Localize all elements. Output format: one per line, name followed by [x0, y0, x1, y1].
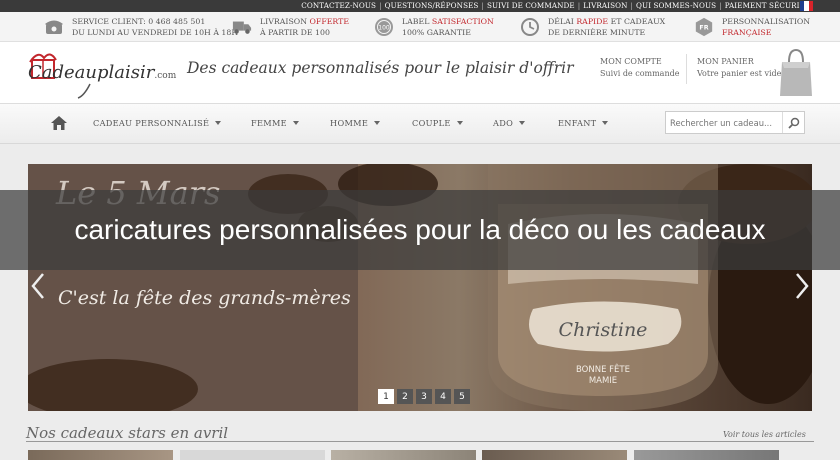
account-subtitle: Suivi de commande: [600, 69, 680, 78]
chevron-down-icon: [292, 121, 299, 125]
info-highlight: OFFERTE: [309, 17, 350, 26]
info-line: DU LUNDI AU VENDREDI DE 10H À 18H: [72, 28, 239, 37]
chevron-down-icon: [215, 121, 222, 125]
info-delivery: LIVRAISON OFFERTE À PARTIR DE 100: [232, 14, 349, 40]
slider-page-button[interactable]: 5: [454, 389, 470, 404]
cart-title: MON PANIER: [697, 57, 754, 66]
nav-label: COUPLE: [412, 118, 451, 128]
nav-label: ADO: [493, 118, 514, 128]
slider-pagination: 1 2 3 4 5: [378, 389, 470, 404]
chevron-down-icon: [602, 121, 609, 125]
info-customer-service: SERVICE CLIENT: 0 468 485 501 DU LUNDI AU…: [44, 14, 238, 40]
nav-label: ENFANT: [558, 118, 597, 128]
cart-subtitle: Votre panier est vide: [697, 69, 782, 78]
info-highlight: SATISFACTION: [431, 17, 494, 26]
chevron-left-icon: [31, 273, 44, 299]
top-links-bar: CONTACTEZ-NOUS | QUESTIONS/RÉPONSES | SUIVI …: [0, 0, 840, 12]
see-all-link[interactable]: Voir tous les articles: [723, 430, 806, 439]
fr-badge-icon: FR: [694, 17, 714, 37]
info-line: 100% GARANTIE: [402, 28, 471, 37]
info-highlight: RAPIDE: [576, 17, 609, 26]
nav-teen[interactable]: ADO: [493, 118, 526, 128]
slide-script-text: C'est la fête des grands-mères: [58, 287, 351, 309]
search-box: [665, 111, 805, 134]
product-thumbnail[interactable]: [180, 450, 325, 460]
nav-man[interactable]: HOMME: [330, 118, 381, 128]
top-link-order-tracking[interactable]: SUIVI DE COMMANDE: [487, 1, 575, 10]
section-title: Nos cadeaux stars en avril: [26, 424, 229, 442]
product-thumbnail[interactable]: [28, 450, 173, 460]
section-divider: [26, 441, 814, 442]
nav-gift-personalised[interactable]: CADEAU PERSONNALISÉ: [93, 118, 222, 128]
nav-child[interactable]: ENFANT: [558, 118, 609, 128]
site-header: Cadeauplaisir.com Des cadeaux personnali…: [0, 42, 840, 104]
info-highlight: FRANÇAISE: [722, 28, 772, 37]
svg-text:100: 100: [378, 25, 390, 32]
info-line: LIVRAISON: [260, 17, 310, 26]
caption-overlay: caricatures personnalisées pour la déco …: [0, 190, 840, 270]
clock-icon: [520, 17, 540, 37]
top-link-faq[interactable]: QUESTIONS/RÉPONSES: [385, 1, 479, 10]
nav-couple[interactable]: COUPLE: [412, 118, 463, 128]
mug-subtext-1: BONNE FÊTE: [576, 363, 630, 375]
nav-label: CADEAU PERSONNALISÉ: [93, 118, 210, 128]
top-link-delivery[interactable]: LIVRAISON: [583, 1, 627, 10]
top-link-about[interactable]: QUI SOMMES-NOUS: [636, 1, 716, 10]
info-line: PERSONNALISATION: [722, 17, 811, 26]
nav-label: FEMME: [251, 118, 287, 128]
shopping-bag-icon[interactable]: [778, 48, 814, 96]
search-button[interactable]: [782, 112, 804, 133]
info-line: DÉLAI: [548, 17, 577, 26]
mug-name-text: Christine: [559, 319, 648, 341]
slider-page-button[interactable]: 4: [435, 389, 451, 404]
chevron-down-icon: [374, 121, 381, 125]
slider-page-button[interactable]: 2: [397, 389, 413, 404]
label-icon: 100: [374, 17, 394, 37]
account-title: MON COMPTE: [600, 57, 662, 66]
info-french-personalisation: FR PERSONNALISATION FRANÇAISE: [694, 14, 810, 40]
nav-woman[interactable]: FEMME: [251, 118, 299, 128]
info-line: SERVICE CLIENT: 0 468 485 501: [72, 17, 206, 26]
top-link-contact[interactable]: CONTACTEZ-NOUS: [301, 1, 376, 10]
info-line: À PARTIR DE 100: [260, 28, 330, 37]
caption-text: caricatures personnalisées pour la déco …: [74, 214, 766, 245]
account-link[interactable]: MON COMPTE Suivi de commande: [600, 56, 679, 80]
mug-subtext-2: MAMIE: [589, 376, 617, 386]
svg-text:FR: FR: [699, 25, 708, 32]
truck-icon: [232, 17, 252, 37]
site-tagline: Des cadeaux personnalisés pour le plaisi…: [187, 59, 574, 77]
product-thumbnail[interactable]: [634, 450, 779, 460]
chevron-down-icon: [456, 121, 463, 125]
french-flag-icon[interactable]: [800, 1, 813, 11]
logo-text: Cadeauplaisir: [28, 62, 155, 83]
phone-icon: [44, 17, 64, 37]
info-fast-delivery: DÉLAI RAPIDE ET CADEAUX DE DERNIÈRE MINUT…: [520, 14, 665, 40]
cart-link[interactable]: MON PANIER Votre panier est vide: [697, 56, 781, 80]
product-thumbnail[interactable]: [331, 450, 476, 460]
info-line: DE DERNIÈRE MINUTE: [548, 28, 646, 37]
home-icon[interactable]: [50, 115, 68, 131]
slider-page-button[interactable]: 3: [416, 389, 432, 404]
info-satisfaction: 100 LABEL SATISFACTION 100% GARANTIE: [374, 14, 494, 40]
slider-prev-arrow[interactable]: [30, 272, 46, 300]
info-line: ET CADEAUX: [608, 17, 666, 26]
slider-page-button[interactable]: 1: [378, 389, 394, 404]
header-divider: [686, 54, 687, 84]
site-logo[interactable]: Cadeauplaisir.com: [24, 48, 176, 100]
search-icon: [787, 117, 799, 129]
top-links: CONTACTEZ-NOUS | QUESTIONS/RÉPONSES | SUIVI …: [301, 1, 810, 10]
chevron-down-icon: [519, 121, 526, 125]
info-line: LABEL: [402, 17, 432, 26]
search-input[interactable]: [666, 112, 781, 133]
reassurance-bar: SERVICE CLIENT: 0 468 485 501 DU LUNDI AU…: [0, 12, 840, 42]
top-link-secure-payment[interactable]: PAIEMENT SÉCURISÉ: [725, 1, 810, 10]
product-thumbnail[interactable]: [482, 450, 627, 460]
chevron-right-icon: [796, 273, 809, 299]
logo-suffix: .com: [154, 71, 177, 81]
slider-next-arrow[interactable]: [794, 272, 810, 300]
nav-label: HOMME: [330, 118, 369, 128]
